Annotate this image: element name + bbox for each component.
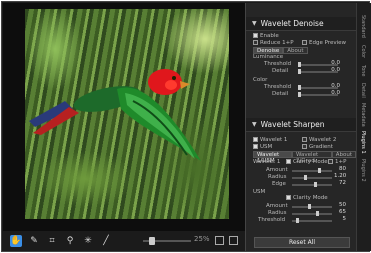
- app-window: ✋ ✎ ⌗ ⚲ ✳ ╱ 25% ▼ Wavelet Denoise Enable…: [1, 1, 371, 252]
- reset-all-button[interactable]: Reset All: [254, 237, 350, 248]
- side-tab-strip: Standard Color Tone Detail Metadata Plug…: [356, 3, 371, 251]
- adjust-icon[interactable]: ⚲: [64, 235, 76, 247]
- zoom-level: 25%: [194, 235, 210, 243]
- edge-label: Edge: [272, 181, 286, 187]
- usm-threshold-label: Threshold: [258, 217, 286, 223]
- fit-view-icon[interactable]: [215, 236, 224, 245]
- usm-checkbox[interactable]: USM: [253, 144, 272, 150]
- color-detail-knob[interactable]: [298, 92, 301, 97]
- amount-knob[interactable]: [318, 168, 321, 173]
- eyedropper-icon[interactable]: ✎: [28, 235, 40, 247]
- usm-amount-value[interactable]: 50: [334, 202, 346, 208]
- sharpen-tabs: Wavelet 1/USM Wavelet 2/Grad About: [253, 151, 356, 164]
- radius-value[interactable]: 1.20: [334, 173, 346, 179]
- tab-denoise[interactable]: Denoise: [253, 47, 284, 54]
- threshold-label: Threshold: [264, 61, 292, 67]
- radius-slider[interactable]: [292, 177, 332, 179]
- color-label: Color: [253, 77, 268, 83]
- tab-about[interactable]: About: [283, 47, 308, 54]
- image-viewport[interactable]: [3, 3, 245, 231]
- usm-header: USM: [253, 189, 266, 195]
- photo-preview[interactable]: [25, 9, 229, 219]
- edge-preview-checkbox[interactable]: Edge Preview: [302, 40, 346, 46]
- denoise-title: Wavelet Denoise: [260, 19, 324, 28]
- zoom-slider-knob[interactable]: [149, 237, 155, 245]
- usm-clarity-checkbox[interactable]: Clarity Mode: [286, 195, 328, 201]
- usm-threshold-value[interactable]: 5: [334, 216, 347, 222]
- luminance-label: Luminance: [253, 54, 284, 60]
- side-tab-color[interactable]: Color: [360, 45, 366, 58]
- edge-knob[interactable]: [314, 182, 317, 187]
- radius-knob[interactable]: [304, 175, 307, 180]
- gradient-checkbox[interactable]: Gradient: [302, 144, 333, 150]
- side-tab-standard[interactable]: Standard: [360, 15, 366, 38]
- side-tab-detail[interactable]: Detail: [360, 83, 366, 98]
- side-tab-plugins-2[interactable]: Plugins 2: [360, 159, 366, 182]
- usm-radius-knob[interactable]: [316, 211, 319, 216]
- edge-slider[interactable]: [292, 184, 332, 186]
- color-threshold-knob[interactable]: [298, 85, 301, 90]
- tab-about[interactable]: About: [331, 151, 356, 158]
- radius-label: Radius: [268, 174, 287, 180]
- viewer-toolbar: ✋ ✎ ⌗ ⚲ ✳ ╱ 25%: [3, 231, 245, 251]
- threshold-knob[interactable]: [298, 62, 301, 67]
- compare-view-icon[interactable]: [229, 236, 238, 245]
- detail-value[interactable]: 0.0: [328, 67, 340, 73]
- amount-value[interactable]: 80: [334, 166, 346, 172]
- sharpen-title: Wavelet Sharpen: [260, 120, 325, 129]
- adjustments-panel: ▼ Wavelet Denoise Enable Reduce 1+P Edge…: [245, 3, 357, 251]
- color-detail-label: Detail: [272, 91, 289, 97]
- collapse-arrow-icon[interactable]: ▼: [252, 121, 257, 128]
- usm-radius-slider[interactable]: [292, 213, 332, 215]
- usm-amount-slider[interactable]: [292, 206, 332, 208]
- color-threshold-label: Threshold: [264, 84, 292, 90]
- usm-amount-label: Amount: [266, 203, 288, 209]
- usm-threshold-knob[interactable]: [296, 218, 299, 223]
- clarity-mode-checkbox[interactable]: Clarity Mode: [286, 159, 328, 165]
- detail-knob[interactable]: [298, 69, 301, 74]
- usm-radius-label: Radius: [268, 210, 287, 216]
- retouch-icon[interactable]: ✳: [82, 235, 94, 247]
- detail-label: Detail: [272, 68, 289, 74]
- collapse-arrow-icon[interactable]: ▼: [252, 20, 257, 27]
- usm-amount-knob[interactable]: [308, 204, 311, 209]
- reduce-checkbox[interactable]: Reduce 1+P: [253, 40, 294, 46]
- hand-icon[interactable]: ✋: [10, 235, 22, 247]
- amount-label: Amount: [266, 167, 288, 173]
- denoise-section-header[interactable]: ▼ Wavelet Denoise: [246, 17, 357, 31]
- edge-value[interactable]: 72: [334, 180, 346, 186]
- brush-icon[interactable]: ╱: [100, 235, 112, 247]
- wavelet1-header: Wavelet 1: [253, 159, 281, 165]
- tab-wavelet2-grad[interactable]: Wavelet 2/Grad: [291, 151, 332, 164]
- wavelet1-checkbox[interactable]: Wavelet 1: [253, 137, 287, 143]
- crop-icon[interactable]: ⌗: [46, 235, 58, 247]
- parrot-image: [29, 69, 201, 161]
- denoise-tabs: Denoise About: [253, 47, 308, 54]
- color-threshold-value[interactable]: 0.0: [328, 83, 340, 89]
- side-tab-metadata[interactable]: Metadata: [360, 103, 366, 127]
- color-detail-value[interactable]: 0.0: [328, 90, 340, 96]
- wavelet2-checkbox[interactable]: Wavelet 2: [302, 137, 336, 143]
- sharpen-section-header[interactable]: ▼ Wavelet Sharpen: [246, 118, 357, 132]
- amount-slider[interactable]: [292, 170, 332, 172]
- side-tab-tone[interactable]: Tone: [360, 65, 366, 77]
- usm-radius-value[interactable]: 65: [334, 209, 346, 215]
- side-tab-plugins-1[interactable]: Plugins 1: [360, 131, 366, 154]
- tab-wavelet1-usm[interactable]: Wavelet 1/USM: [253, 151, 292, 164]
- lp-checkbox[interactable]: 1+P: [328, 159, 346, 165]
- enable-checkbox[interactable]: Enable: [253, 33, 279, 39]
- threshold-value[interactable]: 0.0: [328, 60, 340, 66]
